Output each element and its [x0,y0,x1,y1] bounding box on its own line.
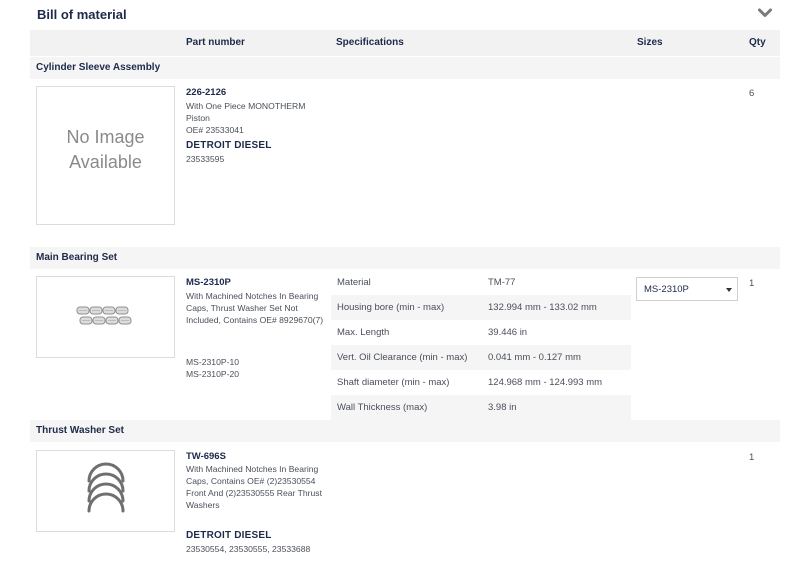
qty-value: 6 [749,88,755,99]
brand-numbers: 23533595 [186,154,225,164]
spec-row: Shaft diameter (min - max) 124.968 mm - … [331,370,631,395]
thrust-washer-icon [87,462,125,513]
chevron-down-icon[interactable] [758,8,772,18]
no-image-line-2: Available [69,152,142,172]
variant-part-number[interactable]: MS-2310P-20 [186,368,239,380]
group-title-cylinder-sleeve: Cylinder Sleeve Assembly [30,57,780,79]
spec-key: Vert. Oil Clearance (min - max) [337,352,468,363]
spec-row: Housing bore (min - max) 132.994 mm - 13… [331,295,631,320]
spec-value: 132.994 mm - 133.02 mm [488,302,597,313]
bom-header: Bill of material [0,0,800,30]
spec-key: Shaft diameter (min - max) [337,377,450,388]
spec-key: Wall Thickness (max) [337,402,428,413]
bearing-set-icon [76,306,132,325]
spec-value: 3.98 in [488,402,517,413]
spec-value: 39.446 in [488,327,528,338]
part-description: With One Piece MONOTHERM Piston OE# 2353… [186,101,306,135]
spec-row: Material TM-77 [331,270,631,295]
caret-down-icon [726,288,732,292]
variant-part-numbers: MS-2310P-10 MS-2310P-20 [186,356,239,380]
column-qty: Qty [749,37,766,48]
part-number-link[interactable]: TW-696S [186,451,226,462]
spec-row: Wall Thickness (max) 3.98 in [331,395,631,420]
group-title-thrust-washer: Thrust Washer Set [30,420,780,442]
product-image [36,450,175,532]
size-select[interactable]: MS-2310P [636,277,738,301]
column-sizes: Sizes [637,37,663,48]
spec-value: 124.968 mm - 124.993 mm [488,377,603,388]
brand-name: DETROIT DIESEL [186,140,272,151]
qty-value: 1 [749,278,755,289]
spec-key: Max. Length [337,327,390,338]
column-specifications: Specifications [336,37,404,48]
no-image-line-1: No Image [66,127,145,147]
part-number-link[interactable]: 226-2126 [186,87,226,98]
spec-value: 0.041 mm - 0.127 mm [488,352,581,363]
part-description: With Machined Notches In Bearing Caps, C… [186,464,322,510]
spec-value: TM-77 [488,277,516,288]
size-select-value: MS-2310P [644,284,689,295]
group-title-main-bearing: Main Bearing Set [30,247,780,269]
part-number-link[interactable]: MS-2310P [186,277,231,288]
column-part-number: Part number [186,37,245,48]
spec-row: Vert. Oil Clearance (min - max) 0.041 mm… [331,345,631,370]
brand-name: DETROIT DIESEL [186,530,272,541]
qty-value: 1 [749,452,755,463]
bom-title: Bill of material [37,7,127,22]
product-image-placeholder: No Image Available [36,86,175,225]
spec-key: Material [337,277,371,288]
brand-numbers: 23530554, 23530555, 23533688 [186,544,311,554]
column-header-row: Part number Specifications Sizes Qty [30,30,780,56]
product-image [36,276,175,358]
part-description: With Machined Notches In Bearing Caps, T… [186,291,324,325]
spec-key: Housing bore (min - max) [337,302,445,313]
variant-part-number[interactable]: MS-2310P-10 [186,356,239,368]
spec-row: Max. Length 39.446 in [331,320,631,345]
